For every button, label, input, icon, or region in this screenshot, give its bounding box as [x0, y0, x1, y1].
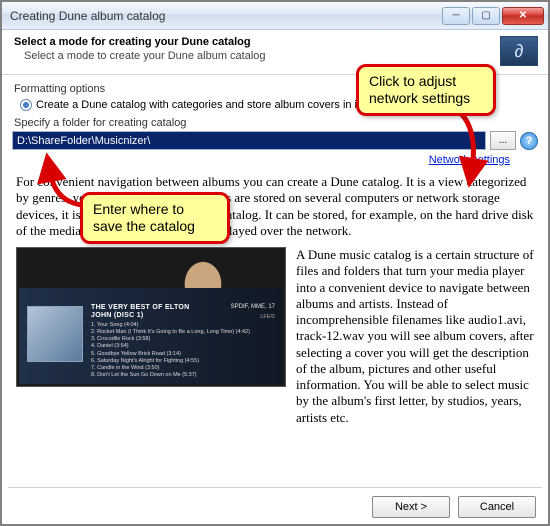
preview-tracklist: 1. Your Song (4:04) 2. Rocket Man (I Thi…	[91, 322, 250, 379]
preview-meta-2: LFE/2	[260, 314, 275, 320]
radio-icon	[20, 99, 32, 111]
window-controls: ─ ▢ ✕	[442, 7, 544, 25]
wizard-footer: Next > Cancel	[8, 487, 542, 518]
app-logo-icon: ∂	[500, 36, 538, 66]
callout-save-location: Enter where to save the catalog	[80, 192, 230, 244]
album-cover-thumb	[27, 306, 83, 362]
maximize-button[interactable]: ▢	[472, 7, 500, 25]
catalog-preview-image: THE VERY BEST OF ELTON JOHN (DISC 1) 1. …	[16, 247, 286, 387]
minimize-button[interactable]: ─	[442, 7, 470, 25]
header-title: Select a mode for creating your Dune cat…	[14, 36, 500, 48]
preview-meta-1: SPDIF, MME, 17	[231, 304, 275, 310]
next-button[interactable]: Next >	[372, 496, 450, 518]
callout-network-settings: Click to adjust network settings	[356, 64, 496, 116]
browse-button[interactable]: ...	[490, 131, 516, 150]
preview-album-title-1: THE VERY BEST OF ELTON	[91, 304, 190, 311]
radio-label: Create a Dune catalog with categories an…	[36, 99, 360, 111]
close-button[interactable]: ✕	[502, 7, 544, 25]
media-row: THE VERY BEST OF ELTON JOHN (DISC 1) 1. …	[2, 247, 548, 426]
cancel-button[interactable]: Cancel	[458, 496, 536, 518]
catalog-path-input[interactable]	[12, 131, 486, 150]
arrow-to-network-link	[432, 106, 492, 179]
window-titlebar: Creating Dune album catalog ─ ▢ ✕	[2, 2, 548, 30]
header-subtitle: Select a mode to create your Dune album …	[14, 50, 500, 62]
preview-album-title-2: JOHN (DISC 1)	[91, 312, 144, 319]
window-title: Creating Dune album catalog	[10, 9, 442, 23]
help-icon[interactable]: ?	[520, 132, 538, 150]
description-paragraph-2: A Dune music catalog is a certain struct…	[296, 247, 534, 426]
